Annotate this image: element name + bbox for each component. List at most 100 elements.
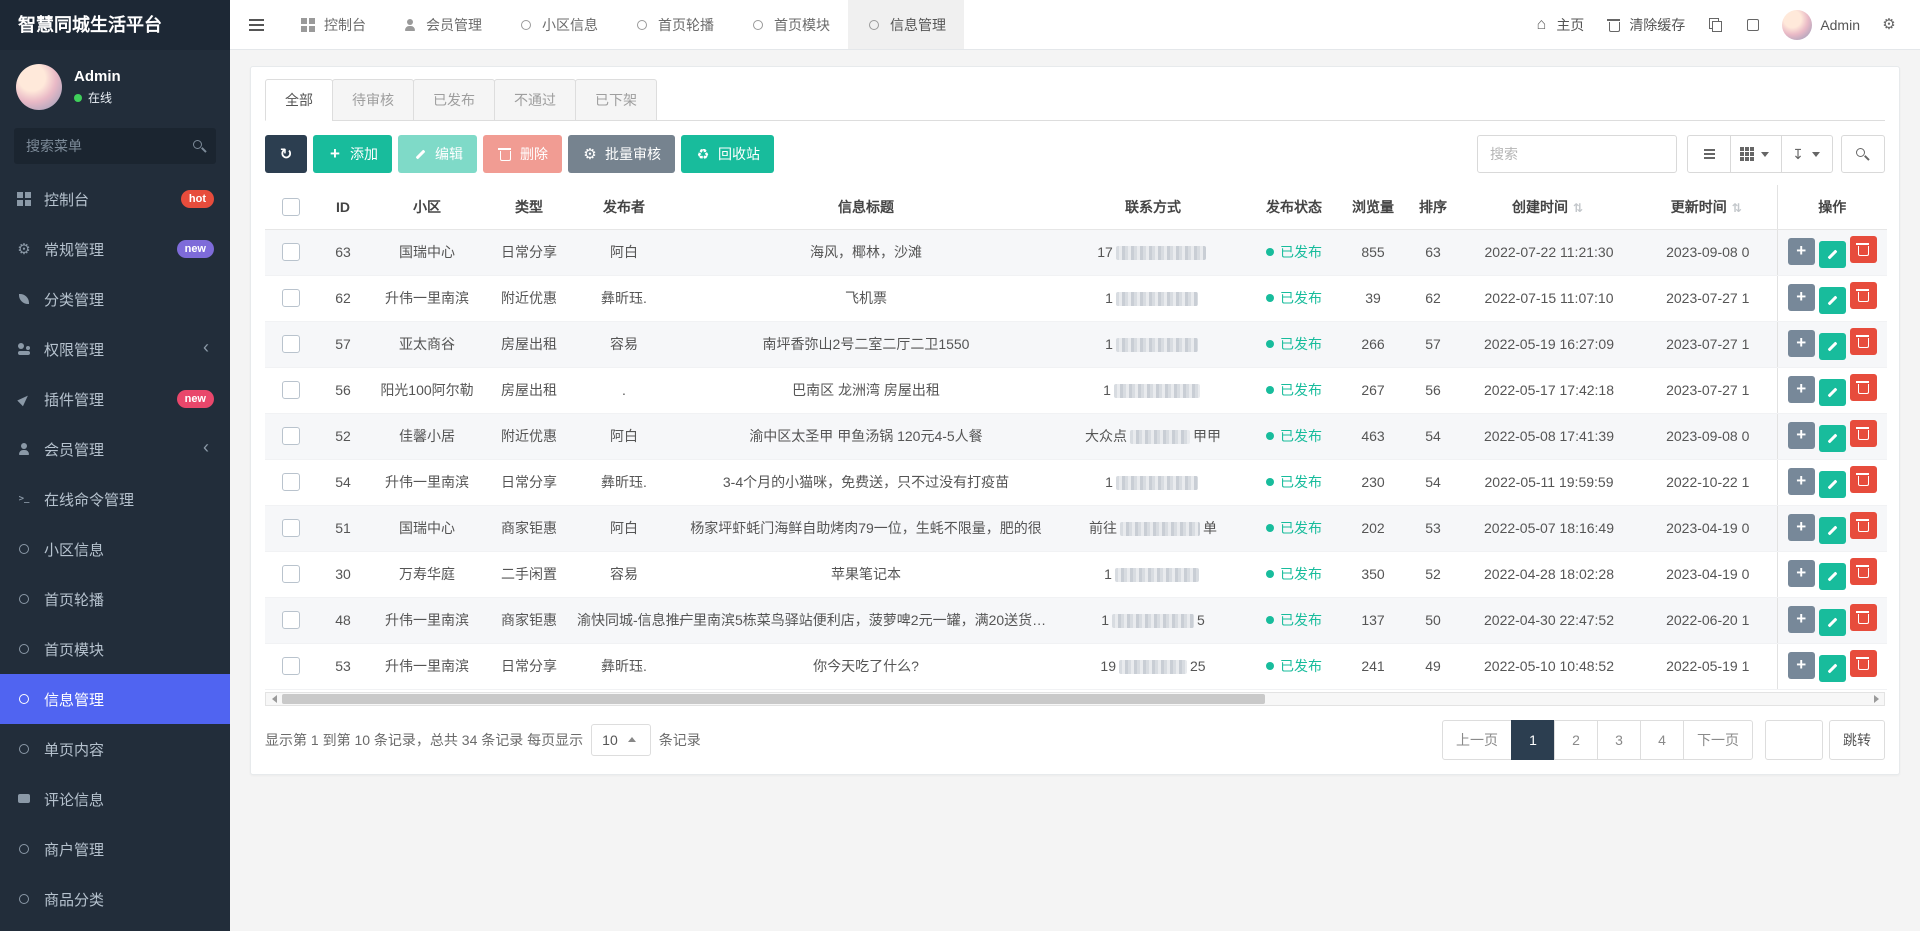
sidebar-item-5[interactable]: 插件管理new: [0, 374, 230, 424]
column-header-9[interactable]: 排序: [1407, 185, 1459, 229]
sort-icon[interactable]: [1570, 200, 1586, 216]
jump-button[interactable]: 跳转: [1829, 720, 1885, 760]
pagination-page-2[interactable]: 2: [1554, 720, 1598, 760]
column-header-12[interactable]: 操作: [1777, 185, 1887, 229]
avatar[interactable]: [16, 64, 62, 110]
sidebar-item-14[interactable]: 商户管理: [0, 824, 230, 874]
pagination-prev[interactable]: 上一页: [1442, 720, 1512, 760]
row-edit-button[interactable]: [1819, 241, 1846, 268]
export-dropdown-button[interactable]: [1781, 135, 1833, 173]
row-checkbox[interactable]: [282, 243, 300, 261]
column-header-3[interactable]: 类型: [485, 185, 573, 229]
columns-dropdown-button[interactable]: [1730, 135, 1782, 173]
column-header-11[interactable]: 更新时间: [1639, 185, 1777, 229]
row-edit-button[interactable]: [1819, 563, 1846, 590]
jump-page-input[interactable]: [1765, 720, 1823, 760]
sidebar-search-input[interactable]: [14, 128, 216, 164]
settings-link[interactable]: [1870, 0, 1908, 49]
row-edit-button[interactable]: [1819, 517, 1846, 544]
edit-button[interactable]: 编辑: [398, 135, 477, 173]
row-checkbox[interactable]: [282, 335, 300, 353]
refresh-button[interactable]: [265, 135, 307, 173]
top-tab-2[interactable]: 会员管理: [384, 0, 500, 49]
column-header-8[interactable]: 浏览量: [1339, 185, 1407, 229]
sidebar-toggle-button[interactable]: [230, 0, 282, 49]
row-more-button[interactable]: [1788, 606, 1815, 633]
row-edit-button[interactable]: [1819, 655, 1846, 682]
column-header-7[interactable]: 发布状态: [1249, 185, 1339, 229]
scrollbar-track[interactable]: [282, 693, 1868, 705]
row-delete-button[interactable]: [1850, 558, 1877, 585]
column-header-4[interactable]: 发布者: [573, 185, 675, 229]
row-more-button[interactable]: [1788, 468, 1815, 495]
fullscreen-link[interactable]: [1734, 0, 1772, 49]
delete-button[interactable]: 删除: [483, 135, 562, 173]
row-delete-button[interactable]: [1850, 420, 1877, 447]
page-size-select[interactable]: 10: [591, 724, 651, 756]
row-edit-button[interactable]: [1819, 333, 1846, 360]
row-checkbox[interactable]: [282, 473, 300, 491]
sort-icon[interactable]: [1729, 200, 1745, 216]
sidebar-item-1[interactable]: 控制台hot: [0, 174, 230, 224]
row-more-button[interactable]: [1788, 238, 1815, 265]
sidebar-item-15[interactable]: 商品分类: [0, 874, 230, 924]
filter-tab-4[interactable]: 不通过: [494, 79, 576, 121]
row-checkbox[interactable]: [282, 565, 300, 583]
row-delete-button[interactable]: [1850, 466, 1877, 493]
sidebar-item-12[interactable]: 单页内容: [0, 724, 230, 774]
toggle-view-button[interactable]: [1687, 135, 1731, 173]
row-edit-button[interactable]: [1819, 287, 1846, 314]
row-delete-button[interactable]: [1850, 328, 1877, 355]
row-more-button[interactable]: [1788, 514, 1815, 541]
row-more-button[interactable]: [1788, 422, 1815, 449]
row-more-button[interactable]: [1788, 652, 1815, 679]
sidebar-item-8[interactable]: 小区信息: [0, 524, 230, 574]
scrollbar-thumb[interactable]: [282, 694, 1265, 704]
sidebar-item-3[interactable]: 分类管理: [0, 274, 230, 324]
sidebar-item-6[interactable]: 会员管理: [0, 424, 230, 474]
row-checkbox[interactable]: [282, 381, 300, 399]
column-header-5[interactable]: 信息标题: [675, 185, 1057, 229]
select-all-checkbox[interactable]: [282, 198, 300, 216]
row-more-button[interactable]: [1788, 560, 1815, 587]
row-edit-button[interactable]: [1819, 471, 1846, 498]
pagination-page-4[interactable]: 4: [1640, 720, 1684, 760]
row-more-button[interactable]: [1788, 284, 1815, 311]
row-edit-button[interactable]: [1819, 425, 1846, 452]
pagination-page-1[interactable]: 1: [1511, 720, 1555, 760]
clear-cache-link[interactable]: 清除缓存: [1595, 0, 1696, 49]
row-checkbox[interactable]: [282, 611, 300, 629]
batch-audit-button[interactable]: 批量审核: [568, 135, 675, 173]
top-tab-5[interactable]: 首页模块: [732, 0, 848, 49]
row-checkbox[interactable]: [282, 427, 300, 445]
pagination-next[interactable]: 下一页: [1683, 720, 1753, 760]
row-more-button[interactable]: [1788, 330, 1815, 357]
row-delete-button[interactable]: [1850, 282, 1877, 309]
row-more-button[interactable]: [1788, 376, 1815, 403]
sidebar-item-13[interactable]: 评论信息: [0, 774, 230, 824]
row-delete-button[interactable]: [1850, 374, 1877, 401]
pagination-page-3[interactable]: 3: [1597, 720, 1641, 760]
filter-tab-2[interactable]: 待审核: [332, 79, 414, 121]
recycle-bin-button[interactable]: 回收站: [681, 135, 774, 173]
table-search-input[interactable]: [1477, 135, 1677, 173]
filter-tab-3[interactable]: 已发布: [413, 79, 495, 121]
row-edit-button[interactable]: [1819, 609, 1846, 636]
column-header-0[interactable]: [265, 185, 317, 229]
add-button[interactable]: 添加: [313, 135, 392, 173]
top-tab-4[interactable]: 首页轮播: [616, 0, 732, 49]
sidebar-item-2[interactable]: 常规管理new: [0, 224, 230, 274]
row-checkbox[interactable]: [282, 519, 300, 537]
row-edit-button[interactable]: [1819, 379, 1846, 406]
row-delete-button[interactable]: [1850, 604, 1877, 631]
column-header-6[interactable]: 联系方式: [1057, 185, 1249, 229]
filter-tab-5[interactable]: 已下架: [575, 79, 657, 121]
module-link[interactable]: [1696, 0, 1734, 49]
scroll-right-arrow-icon[interactable]: [1868, 693, 1884, 705]
column-header-10[interactable]: 创建时间: [1459, 185, 1639, 229]
home-link[interactable]: 主页: [1522, 0, 1595, 49]
column-header-1[interactable]: ID: [317, 185, 369, 229]
topbar-user-menu[interactable]: Admin: [1772, 10, 1870, 40]
top-tab-1[interactable]: 控制台: [282, 0, 384, 49]
column-header-2[interactable]: 小区: [369, 185, 485, 229]
